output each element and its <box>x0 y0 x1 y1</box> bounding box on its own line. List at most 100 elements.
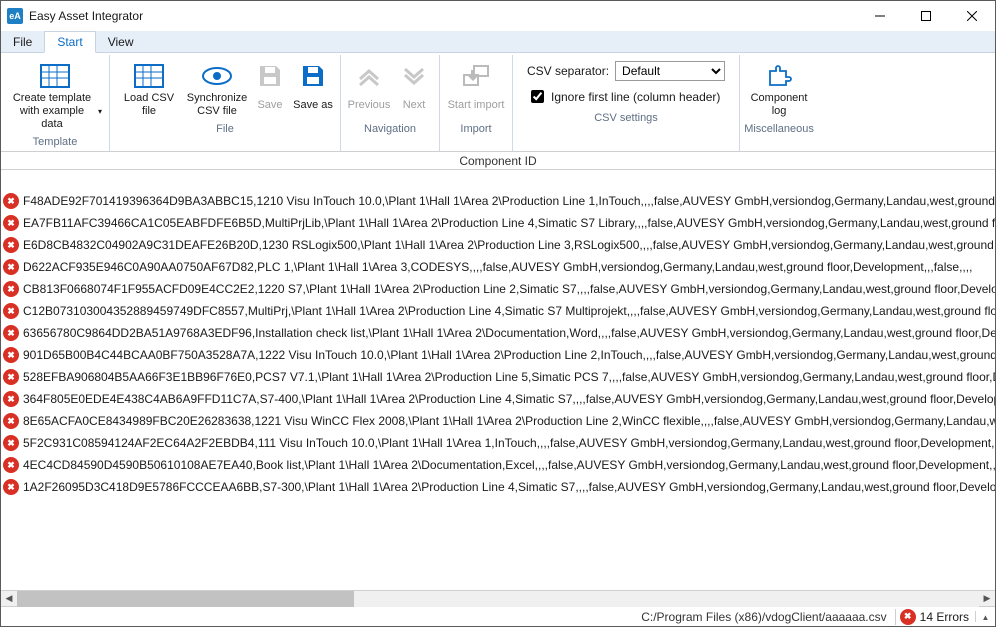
eye-icon <box>201 60 233 92</box>
load-csv-button[interactable]: Load CSV file <box>114 57 184 121</box>
table-row[interactable]: 63656780C9864DD2BA51A9768A3EDF96,Install… <box>1 322 995 344</box>
save-as-button[interactable]: Save as <box>290 57 336 121</box>
create-template-button[interactable]: Create template with example data▾ <box>5 57 105 134</box>
error-icon <box>3 369 19 385</box>
row-text: E6D8CB4832C04902A9C31DEAFE26B20D,1230 RS… <box>21 238 995 252</box>
table-row[interactable]: F48ADE92F701419396364D9BA3ABBC15,1210 Vi… <box>1 190 995 212</box>
table-row[interactable]: 1A2F26095D3C418D9E5786FCCCEAA6BB,S7-300,… <box>1 476 995 498</box>
scroll-thumb[interactable] <box>17 591 354 607</box>
error-icon <box>3 435 19 451</box>
data-grid: F48ADE92F701419396364D9BA3ABBC15,1210 Vi… <box>1 170 995 590</box>
error-icon <box>3 237 19 253</box>
save-icon <box>257 60 283 92</box>
save-as-label: Save as <box>293 92 333 118</box>
table-row[interactable]: 8E65ACFA0CE8434989FBC20E26283638,1221 Vi… <box>1 410 995 432</box>
group-csv-label: CSV settings <box>594 110 658 126</box>
row-text: 528EFBA906804B5AA66F3E1BB96F76E0,PCS7 V7… <box>21 370 995 384</box>
status-bar: C:/Program Files (x86)/vdogClient/aaaaaa… <box>1 606 995 626</box>
menu-view[interactable]: View <box>96 31 146 52</box>
row-text: 8E65ACFA0CE8434989FBC20E26283638,1221 Vi… <box>21 414 995 428</box>
error-icon <box>3 479 19 495</box>
row-text: CB813F0668074F1F955ACFD09E4CC2E2,1220 S7… <box>21 282 995 296</box>
group-navigation-label: Navigation <box>364 121 416 137</box>
group-file-label: File <box>216 121 234 137</box>
save-button[interactable]: Save <box>250 57 290 121</box>
row-text: 63656780C9864DD2BA51A9768A3EDF96,Install… <box>21 326 995 340</box>
column-header-label: Component ID <box>459 154 536 168</box>
table-icon <box>39 60 71 92</box>
titlebar: eA Easy Asset Integrator <box>1 1 995 31</box>
row-text: 364F805E0EDE4E438C4AB6A9FFD11C7A,S7-400,… <box>21 392 995 406</box>
row-text: 1A2F26095D3C418D9E5786FCCCEAA6BB,S7-300,… <box>21 480 995 494</box>
error-icon <box>900 609 916 625</box>
dropdown-arrow-icon[interactable]: ▾ <box>98 107 102 116</box>
row-text: D622ACF935E946C0A90AA0750AF67D82,PLC 1,\… <box>21 260 972 274</box>
status-error-count[interactable]: 14 Errors <box>895 609 975 625</box>
table-row[interactable]: C12B073103004352889459749DFC8557,MultiPr… <box>1 300 995 322</box>
csv-separator-select[interactable]: Default <box>615 61 725 81</box>
window-title: Easy Asset Integrator <box>29 9 143 23</box>
menu-file[interactable]: File <box>1 31 44 52</box>
horizontal-scrollbar[interactable]: ◀ ▶ <box>1 590 995 606</box>
synchronize-csv-label: Synchronize CSV file <box>187 92 248 118</box>
ribbon: Create template with example data▾ Templ… <box>1 53 995 152</box>
table-row[interactable]: 901D65B00B4C44BCAA0BF750A3528A7A,1222 Vi… <box>1 344 995 366</box>
group-misc-label: Miscellaneous <box>744 121 814 137</box>
table-row[interactable]: CB813F0668074F1F955ACFD09E4CC2E2,1220 S7… <box>1 278 995 300</box>
previous-button[interactable]: Previous <box>345 57 393 121</box>
app-icon: eA <box>7 8 23 24</box>
menu-bar: File Start View <box>1 31 995 53</box>
table-row[interactable]: 5F2C931C08594124AF2EC64A2F2EBDB4,111 Vis… <box>1 432 995 454</box>
scroll-left-arrow-icon[interactable]: ◀ <box>1 591 17 607</box>
save-as-icon <box>300 60 326 92</box>
start-import-button[interactable]: Start import <box>444 57 508 121</box>
status-more-icon[interactable]: ▲ <box>975 611 995 622</box>
ignore-first-line-input[interactable] <box>531 90 544 103</box>
table-row[interactable]: EA7FB11AFC39466CA1C05EABFDFE6B5D,MultiPr… <box>1 212 995 234</box>
row-text: EA7FB11AFC39466CA1C05EABFDFE6B5D,MultiPr… <box>21 216 995 230</box>
group-template-label: Template <box>33 134 78 150</box>
table-icon <box>133 60 165 92</box>
minimize-button[interactable] <box>857 1 903 31</box>
chevron-down-icon <box>401 60 427 92</box>
error-icon <box>3 325 19 341</box>
table-row[interactable]: D622ACF935E946C0A90AA0750AF67D82,PLC 1,\… <box>1 256 995 278</box>
error-icon <box>3 391 19 407</box>
maximize-button[interactable] <box>903 1 949 31</box>
load-csv-label: Load CSV file <box>117 92 181 118</box>
table-row[interactable]: 364F805E0EDE4E438C4AB6A9FFD11C7A,S7-400,… <box>1 388 995 410</box>
ignore-first-line-checkbox[interactable]: Ignore first line (column header) <box>527 87 725 106</box>
error-icon <box>3 281 19 297</box>
error-icon <box>3 215 19 231</box>
create-template-label: Create template with example data <box>8 92 96 131</box>
error-icon <box>3 259 19 275</box>
ignore-first-line-label: Ignore first line (column header) <box>551 90 720 104</box>
scroll-right-arrow-icon[interactable]: ▶ <box>979 591 995 607</box>
error-icon <box>3 347 19 363</box>
table-row[interactable]: 528EFBA906804B5AA66F3E1BB96F76E0,PCS7 V7… <box>1 366 995 388</box>
synchronize-csv-button[interactable]: Synchronize CSV file <box>184 57 250 121</box>
csv-separator-label: CSV separator: <box>527 64 609 78</box>
error-icon <box>3 457 19 473</box>
row-text: C12B073103004352889459749DFC8557,MultiPr… <box>21 304 995 318</box>
menu-start-label: Start <box>57 35 82 49</box>
column-header[interactable]: Component ID <box>1 152 995 170</box>
start-import-label: Start import <box>448 92 505 118</box>
component-log-button[interactable]: Component log <box>744 57 814 121</box>
close-button[interactable] <box>949 1 995 31</box>
previous-label: Previous <box>348 92 391 118</box>
row-text: F48ADE92F701419396364D9BA3ABBC15,1210 Vi… <box>21 194 995 208</box>
component-log-label: Component log <box>747 92 811 118</box>
next-label: Next <box>403 92 426 118</box>
import-icon <box>461 60 491 92</box>
row-text: 4EC4CD84590D4590B50610108AE7EA40,Book li… <box>21 458 995 472</box>
status-error-label: 14 Errors <box>920 610 969 624</box>
table-row[interactable]: 4EC4CD84590D4590B50610108AE7EA40,Book li… <box>1 454 995 476</box>
table-row[interactable]: E6D8CB4832C04902A9C31DEAFE26B20D,1230 RS… <box>1 234 995 256</box>
menu-start[interactable]: Start <box>44 31 95 53</box>
menu-view-label: View <box>108 35 134 49</box>
puzzle-icon <box>765 60 793 92</box>
chevron-up-icon <box>356 60 382 92</box>
next-button[interactable]: Next <box>393 57 435 121</box>
scroll-track[interactable] <box>17 591 979 607</box>
